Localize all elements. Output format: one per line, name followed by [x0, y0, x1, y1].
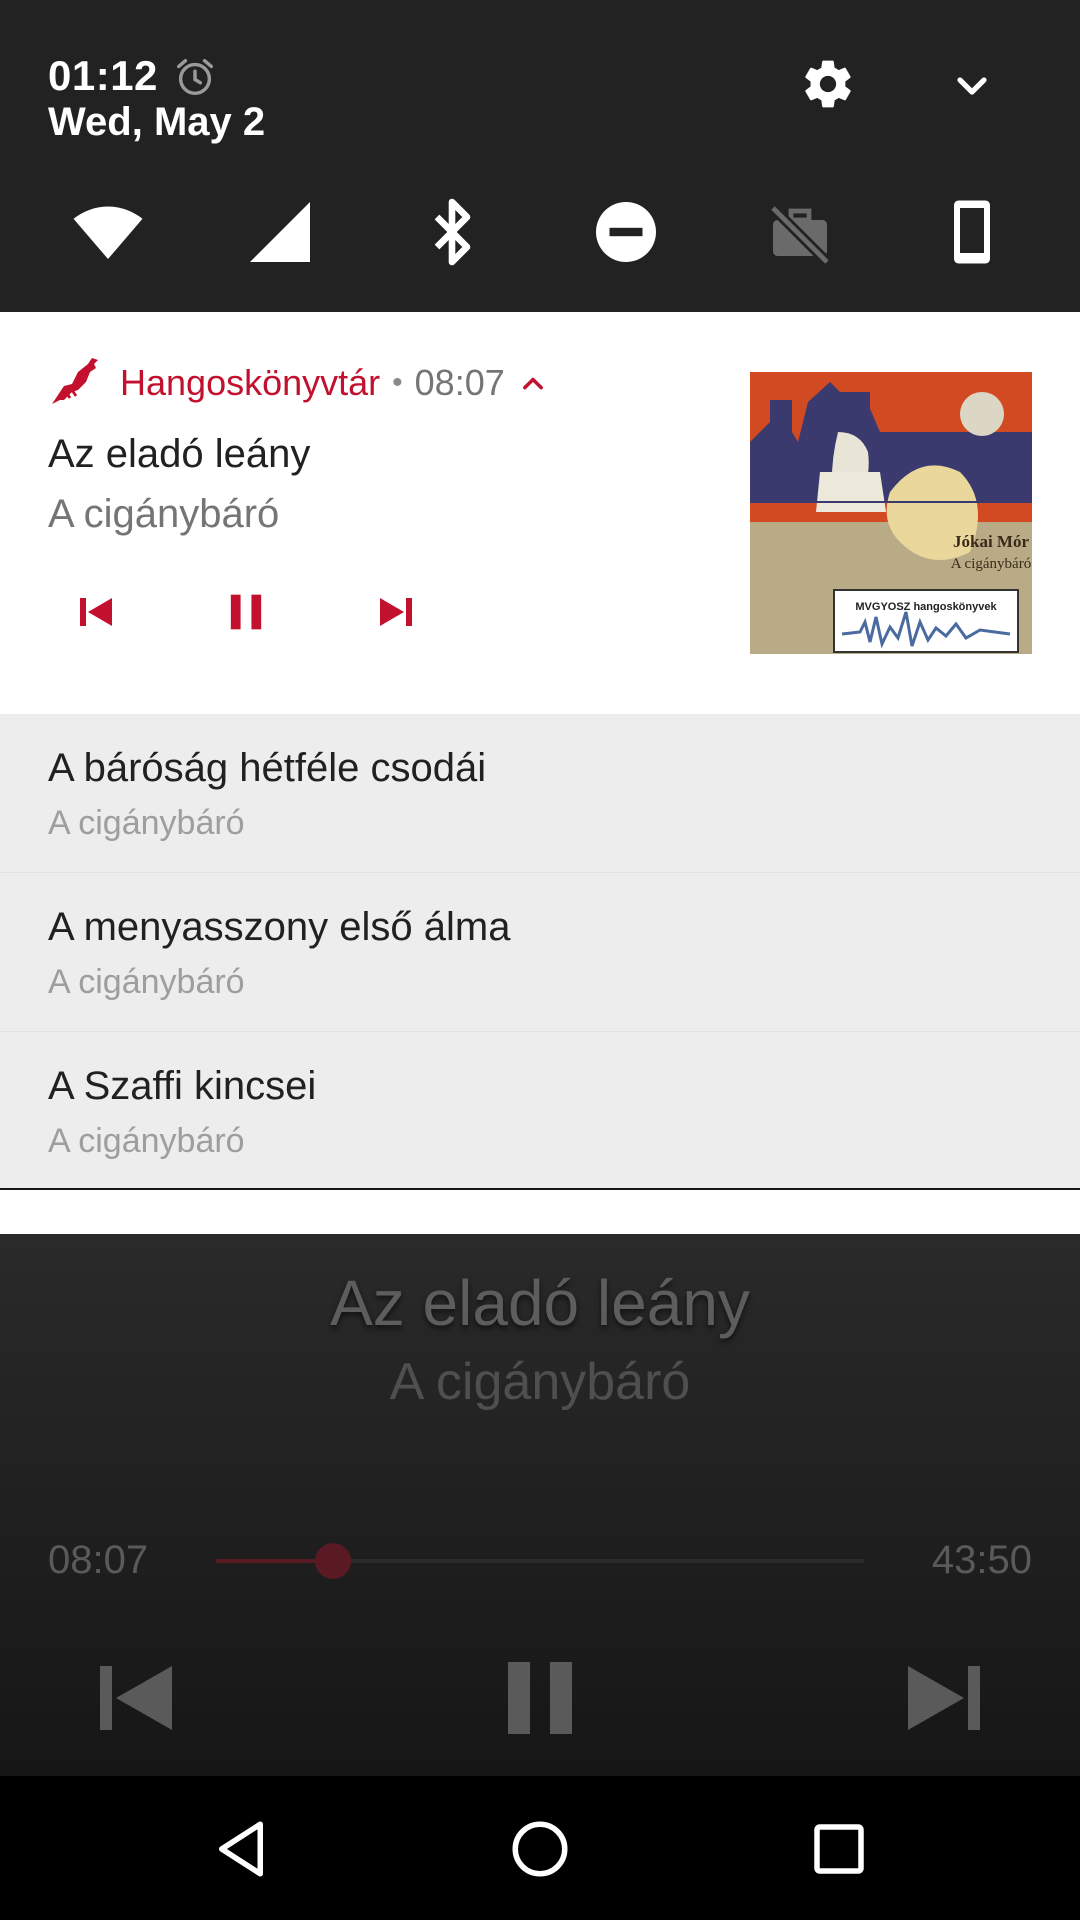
- queue-list: A báróság hétféle csodái A cigánybáró A …: [0, 714, 1080, 1188]
- notification-header: Hangoskönyvtár • 08:07: [120, 362, 547, 404]
- total-duration: 43:50: [931, 1538, 1032, 1582]
- header-separator: •: [392, 366, 403, 399]
- notification-time: 08:07: [414, 362, 505, 403]
- skip-previous-button[interactable]: [56, 572, 136, 652]
- album-art-label: MVGYOSZ hangoskönyvek: [855, 601, 997, 613]
- do-not-disturb-icon[interactable]: [590, 196, 662, 268]
- queue-item[interactable]: A báróság hétféle csodái A cigánybáró: [0, 714, 1080, 873]
- player-skip-next-icon[interactable]: [896, 1650, 992, 1746]
- settings-gear-icon[interactable]: [800, 56, 856, 112]
- album-art-image: Jókai Mór A cigánybáró MVGYOSZ hangoskön…: [750, 372, 1032, 654]
- queue-item-title: A menyasszony első álma: [48, 905, 511, 949]
- book-title: A cigánybáró: [48, 492, 280, 536]
- track-title: Az eladó leány: [48, 432, 311, 476]
- player-pause-icon[interactable]: [492, 1650, 588, 1746]
- clock-time: 01:12: [48, 52, 158, 99]
- current-time: 08:07: [48, 1538, 149, 1582]
- date-label: Wed, May 2: [48, 100, 266, 144]
- bluetooth-icon[interactable]: [416, 196, 488, 268]
- expand-chevron-icon[interactable]: [948, 62, 996, 110]
- queue-item-subtitle: A cigánybáró: [48, 963, 245, 1001]
- queue-item-title: A báróság hétféle csodái: [48, 746, 487, 790]
- player-track-title: Az eladó leány: [330, 1267, 750, 1339]
- recents-icon[interactable]: [806, 1816, 872, 1882]
- auto-rotate-portrait-icon[interactable]: [936, 196, 1008, 268]
- work-mode-off-icon[interactable]: [764, 196, 836, 268]
- app-bird-icon: [52, 358, 98, 404]
- player-book-title: A cigánybáró: [389, 1353, 691, 1411]
- skip-next-icon: [380, 598, 412, 626]
- home-icon[interactable]: [507, 1816, 573, 1882]
- player-skip-previous-icon[interactable]: [88, 1650, 184, 1746]
- back-icon[interactable]: [208, 1816, 274, 1882]
- seek-bar-thumb[interactable]: [314, 1543, 351, 1579]
- quick-settings-panel: 01:12 Wed, May 2: [0, 0, 1080, 312]
- skip-previous-icon: [80, 598, 112, 626]
- queue-item[interactable]: A Szaffi kincsei A cigánybáró: [0, 1032, 1080, 1190]
- wifi-icon[interactable]: [72, 196, 144, 268]
- album-art-book: A cigánybáró: [951, 556, 1031, 572]
- notification-shade-gap: [0, 1190, 1080, 1234]
- media-notification[interactable]: Hangoskönyvtár • 08:07 Az eladó leány A …: [0, 312, 1080, 714]
- system-navigation-bar: [0, 1776, 1080, 1920]
- seek-bar[interactable]: [216, 1543, 864, 1579]
- album-art-author: Jókai Mór: [953, 532, 1029, 551]
- collapse-chevron-icon[interactable]: [519, 369, 547, 397]
- alarm-icon: [176, 58, 214, 96]
- app-name: Hangoskönyvtár: [120, 362, 381, 403]
- queue-item-subtitle: A cigánybáró: [48, 1122, 245, 1160]
- pause-button[interactable]: [206, 572, 286, 652]
- background-player: Az eladó leány A cigánybáró 08:07 43:50: [0, 1234, 1080, 1776]
- skip-next-button[interactable]: [356, 572, 436, 652]
- queue-item-subtitle: A cigánybáró: [48, 804, 245, 842]
- queue-item[interactable]: A menyasszony első álma A cigánybáró: [0, 873, 1080, 1032]
- pause-icon: [230, 594, 262, 630]
- cellular-signal-icon[interactable]: [244, 196, 316, 268]
- queue-item-title: A Szaffi kincsei: [48, 1064, 317, 1108]
